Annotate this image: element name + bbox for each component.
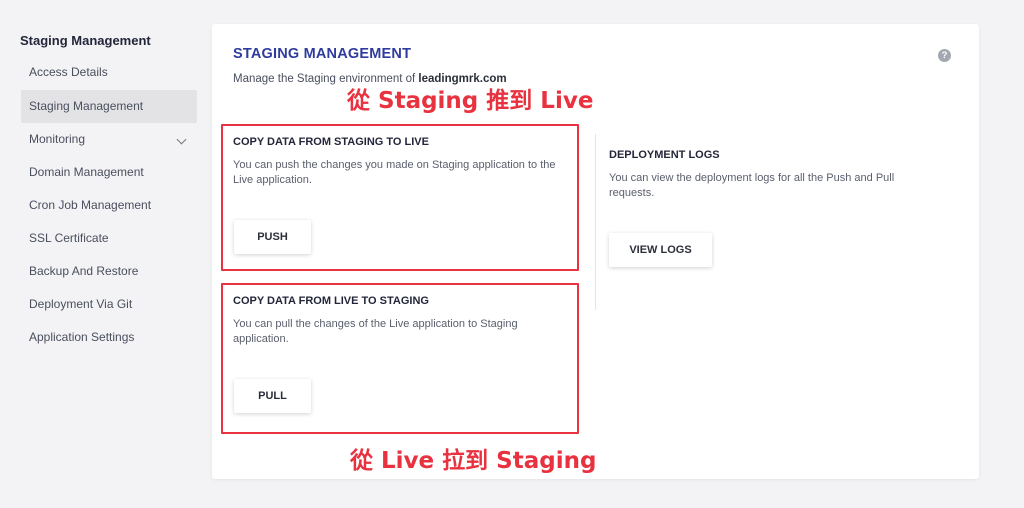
sidebar-item-monitoring[interactable]: Monitoring [21, 123, 197, 156]
sidebar-title: Staging Management [20, 33, 151, 48]
sidebar-item-domain-management[interactable]: Domain Management [21, 156, 197, 189]
sidebar-item-label: Monitoring [29, 132, 86, 146]
help-icon[interactable]: ? [938, 49, 951, 62]
sidebar-item-access-details[interactable]: Access Details [21, 56, 197, 89]
page-title: STAGING MANAGEMENT [233, 46, 412, 62]
sidebar-item-cron-job-management[interactable]: Cron Job Management [21, 189, 197, 222]
logs-section-title: DEPLOYMENT LOGS [609, 149, 720, 161]
section-divider [595, 134, 596, 310]
sidebar-item-staging-management[interactable]: Staging Management [21, 90, 197, 123]
annotation-pull-box [221, 283, 579, 434]
logs-section-desc: You can view the deployment logs for all… [609, 172, 895, 199]
sidebar: Staging Management Access Details Stagin… [0, 0, 205, 508]
sidebar-item-application-settings[interactable]: Application Settings [21, 321, 197, 354]
annotation-push-box [221, 124, 579, 271]
sidebar-item-backup-and-restore[interactable]: Backup And Restore [21, 255, 197, 288]
annotation-push-label: 從 Staging 推到 Live [347, 88, 594, 114]
annotation-pull-label: 從 Live 拉到 Staging [350, 448, 597, 474]
sidebar-item-ssl-certificate[interactable]: SSL Certificate [21, 222, 197, 255]
view-logs-button[interactable]: VIEW LOGS [609, 233, 712, 267]
sidebar-item-deployment-via-git[interactable]: Deployment Via Git [21, 288, 197, 321]
chevron-down-icon [176, 134, 187, 145]
